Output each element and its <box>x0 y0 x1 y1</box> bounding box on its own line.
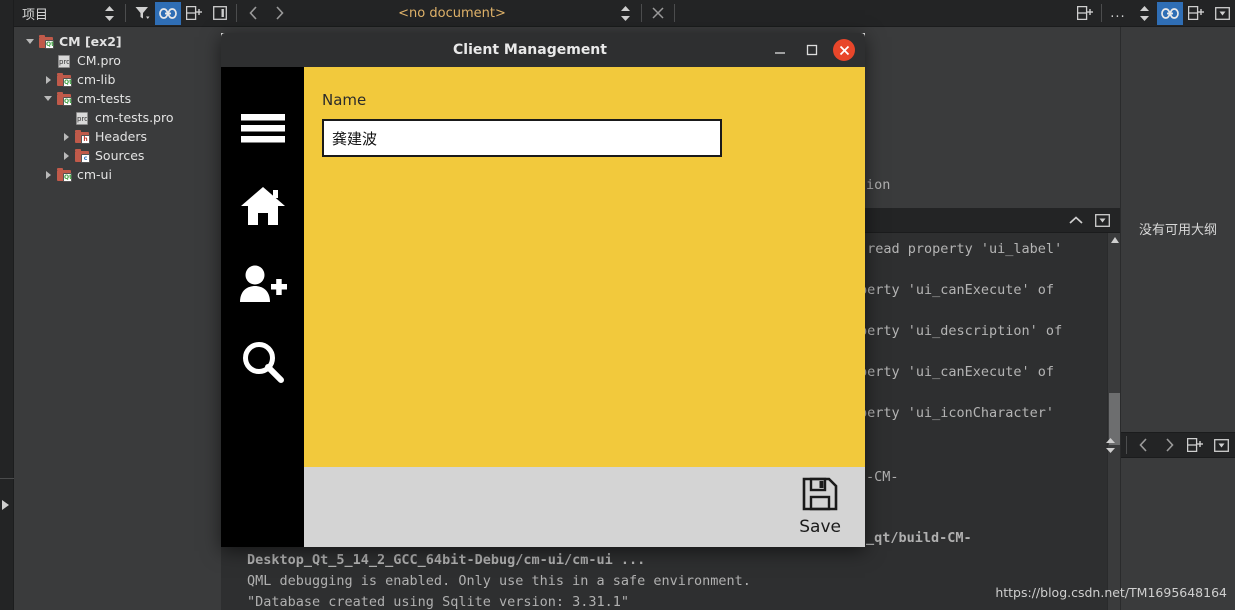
tree-item-cm-ui[interactable]: Qt cm-ui <box>14 165 221 184</box>
sidebar-toggle-icon[interactable] <box>207 2 233 25</box>
tree-item-cm-ex2-[interactable]: Qt CM [ex2] <box>14 32 221 51</box>
twisty-right-icon[interactable] <box>58 132 74 141</box>
tree-item-cm-pro[interactable]: pro CM.pro <box>14 51 221 70</box>
strip-divider <box>0 478 14 479</box>
window-controls <box>769 39 865 61</box>
file-icon: pro <box>56 54 73 68</box>
twisty-right-icon[interactable] <box>40 75 56 84</box>
dialog-sidebar <box>221 67 304 547</box>
tree-item-cm-tests[interactable]: Qt cm-tests <box>14 89 221 108</box>
dialog-main: Name 龚建波 Save <box>304 67 865 547</box>
folder-icon: Qt <box>56 91 73 106</box>
hamburger-menu-icon[interactable] <box>235 89 291 167</box>
folder-icon: Qt <box>56 72 73 87</box>
document-label: <no document> <box>398 5 506 21</box>
nav-back-icon[interactable] <box>240 2 266 25</box>
home-icon[interactable] <box>235 167 291 245</box>
filter-icon[interactable] <box>129 2 155 25</box>
document-sync-icon[interactable] <box>612 2 638 25</box>
sync-selector-icon[interactable] <box>96 2 122 25</box>
mode-strip[interactable] <box>0 0 14 610</box>
log-fragment: -CM- <box>866 469 899 485</box>
outline-panel: 没有可用大纲 <box>1105 27 1235 610</box>
expand-arrow-icon[interactable] <box>2 500 9 510</box>
log-fragment: _qt/build-CM- <box>866 530 972 546</box>
tree-item-label: cm-lib <box>77 72 116 87</box>
document-close-icon[interactable] <box>645 2 671 25</box>
sync-selector-icon-right[interactable] <box>1131 2 1157 25</box>
project-panel-title: 项目 <box>22 7 49 23</box>
file-icon: pro <box>74 111 91 125</box>
console-line: QML debugging is enabled. Only use this … <box>247 573 751 589</box>
outline-split-icon[interactable] <box>1182 434 1208 457</box>
search-icon[interactable] <box>235 323 291 401</box>
chevron-up-icon[interactable] <box>1063 209 1089 232</box>
tree-item-label: cm-ui <box>77 167 112 182</box>
tree-item-cm-lib[interactable]: Qt cm-lib <box>14 70 221 89</box>
tree-item-label: Headers <box>95 129 148 144</box>
maximize-button[interactable] <box>801 39 823 61</box>
tree-item-label: CM [ex2] <box>59 34 122 49</box>
save-button-label: Save <box>799 517 841 537</box>
console-line: Desktop_Qt_5_14_2_GCC_64bit-Debug/cm-ui/… <box>247 552 646 568</box>
link-icon-right[interactable] <box>1157 1 1183 25</box>
dialog-title: Client Management <box>453 42 607 58</box>
project-tree-panel[interactable]: Qt CM [ex2] pro CM.pro Qt cm-lib Qt cm-tests pro… <box>14 27 221 610</box>
output-close-icon[interactable] <box>1089 209 1115 232</box>
twisty-right-icon[interactable] <box>58 151 74 160</box>
folder-icon: h <box>74 129 91 144</box>
tree-item-label: CM.pro <box>77 53 121 68</box>
log-fragment-ion: ion <box>866 177 891 193</box>
split-icon-right[interactable] <box>1072 2 1098 25</box>
name-input[interactable]: 龚建波 <box>322 119 722 157</box>
split-icon-far-right[interactable] <box>1183 2 1209 25</box>
outline-forward-icon[interactable] <box>1156 434 1182 457</box>
dialog-body: Name 龚建波 Save <box>221 67 865 547</box>
floppy-disk-icon <box>802 477 838 515</box>
nav-forward-icon[interactable] <box>266 2 292 25</box>
client-form: Name 龚建波 <box>304 67 865 467</box>
more-options-button[interactable]: ... <box>1105 6 1131 21</box>
name-field-label: Name <box>322 91 367 109</box>
client-management-dialog: Client Management Name 龚建波 Save <box>221 33 865 547</box>
dialog-footer: Save <box>304 467 865 547</box>
folder-icon: c <box>74 148 91 163</box>
tree-item-label: Sources <box>95 148 145 163</box>
app-window: 项目 <no document> ... Qt CM [ex2] pro CM.… <box>0 0 1235 610</box>
twisty-down-icon[interactable] <box>22 39 38 44</box>
folder-icon: Qt <box>56 167 73 182</box>
tree-item-label: cm-tests.pro <box>95 110 174 125</box>
save-button[interactable]: Save <box>799 477 841 537</box>
outline-empty-text: 没有可用大纲 <box>1138 223 1217 238</box>
top-toolbar: 项目 <no document> ... <box>14 0 1235 27</box>
minimize-button[interactable] <box>769 39 791 61</box>
tree-item-cm-tests-pro[interactable]: pro cm-tests.pro <box>14 108 221 127</box>
twisty-right-icon[interactable] <box>40 170 56 179</box>
name-input-value: 龚建波 <box>332 129 378 148</box>
twisty-down-icon[interactable] <box>40 96 56 101</box>
dialog-title-bar[interactable]: Client Management <box>221 33 865 67</box>
outline-toolbar <box>1105 432 1235 458</box>
folder-icon: Qt <box>38 34 55 49</box>
panel-close-icon[interactable] <box>1209 2 1235 25</box>
tree-item-headers[interactable]: h Headers <box>14 127 221 146</box>
tree-item-label: cm-tests <box>77 91 132 106</box>
watermark: https://blog.csdn.net/TM1695648164 <box>995 585 1227 600</box>
link-icon[interactable] <box>155 1 182 25</box>
outline-back-icon[interactable] <box>1130 434 1156 457</box>
add-user-icon[interactable] <box>235 245 291 323</box>
document-selector[interactable]: <no document> <box>292 6 612 21</box>
close-button[interactable] <box>833 39 855 61</box>
split-icon[interactable] <box>181 2 207 25</box>
output-scrollbar[interactable] <box>1107 233 1120 610</box>
outline-close-icon[interactable] <box>1208 434 1234 457</box>
tree-item-sources[interactable]: c Sources <box>14 146 221 165</box>
outline-sync-icon[interactable] <box>1097 434 1123 457</box>
console-line: "Database created using Sqlite version: … <box>247 594 630 610</box>
